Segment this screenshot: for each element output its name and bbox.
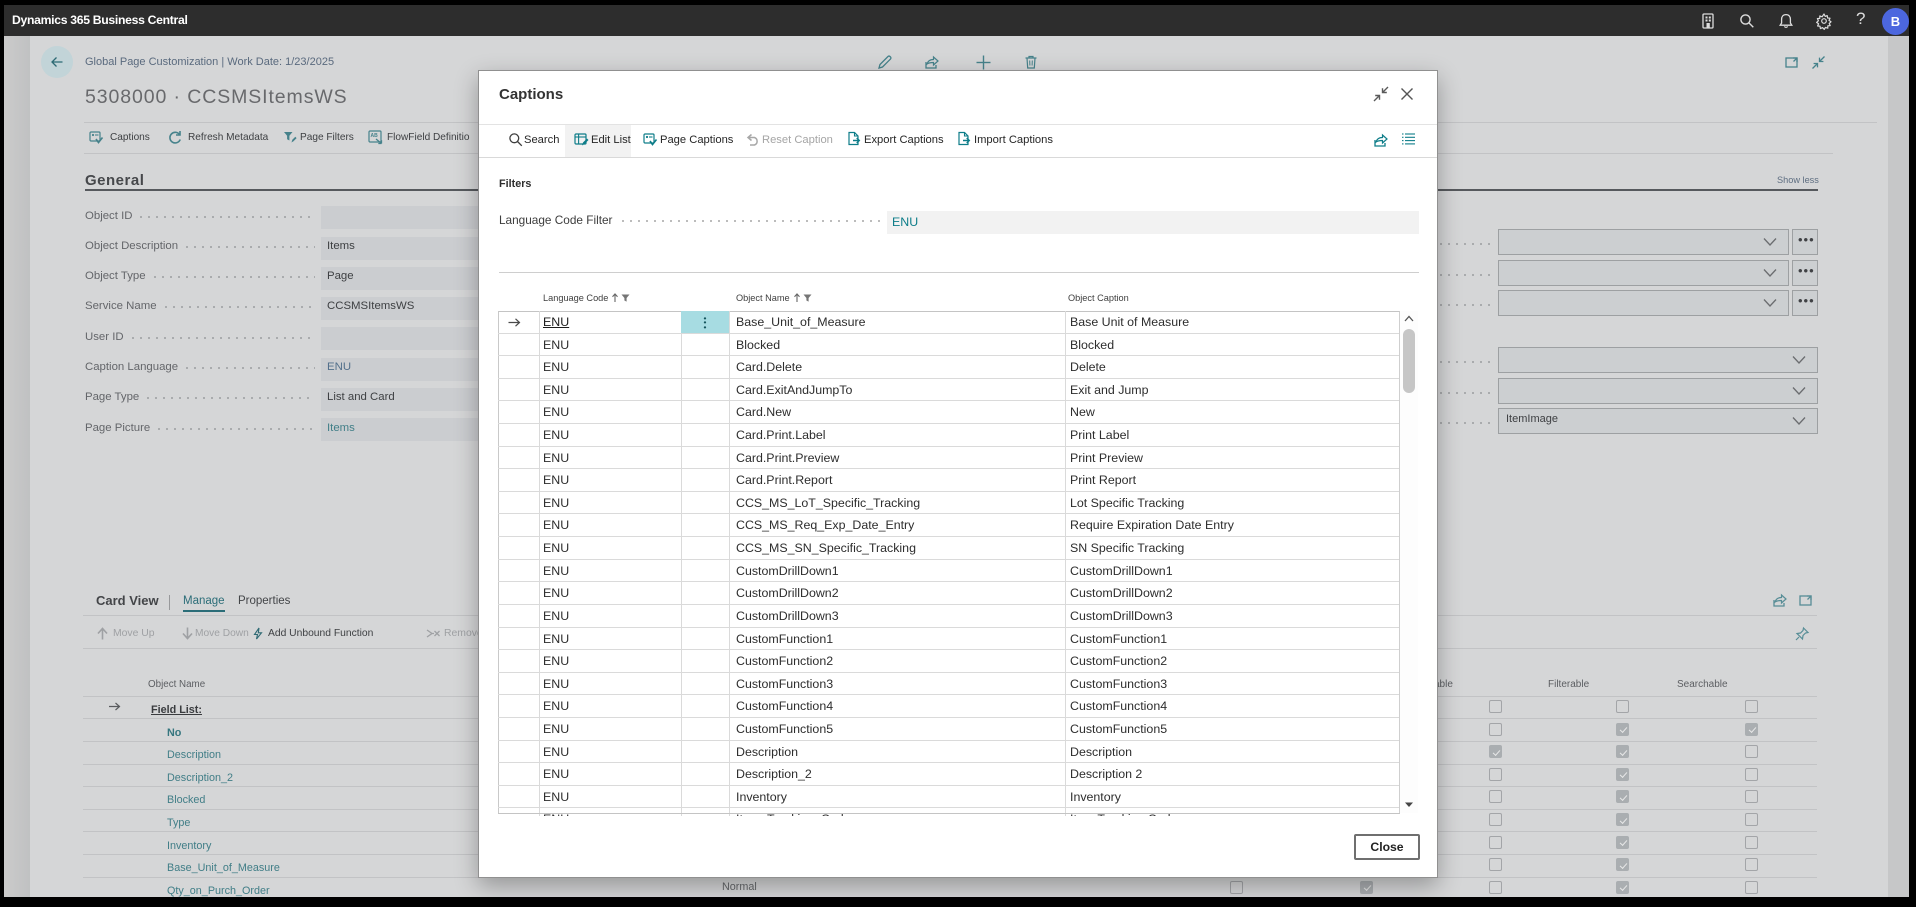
svg-text:AB: AB (371, 133, 379, 139)
